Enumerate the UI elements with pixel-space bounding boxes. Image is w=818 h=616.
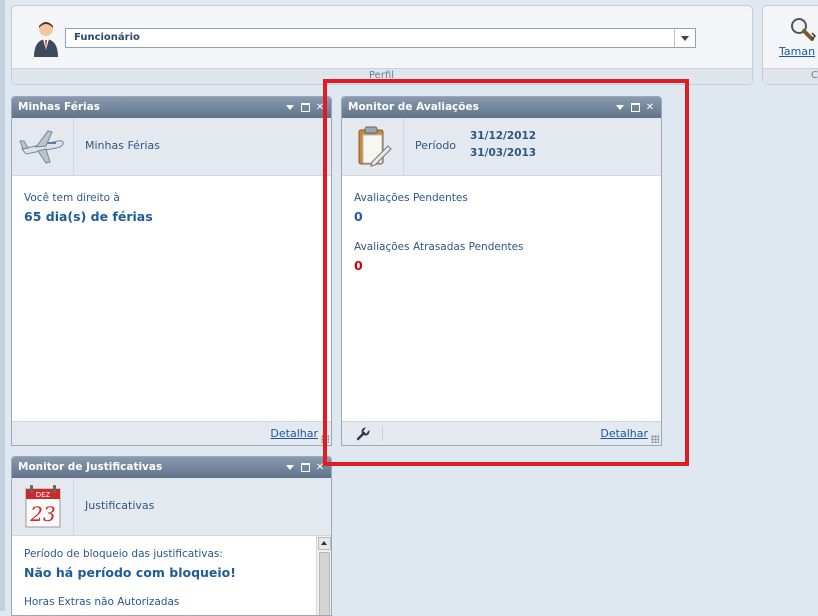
late-pending-value: 0 [354,258,363,273]
calendar-month: DEZ [36,491,51,499]
icon-box: DEZ 23 [12,478,74,535]
portlet-title: Monitor de Justificativas [18,461,163,473]
pending-value: 0 [354,209,363,224]
entitled-label: Você tem direito à [24,192,120,204]
tools-panel: Taman C [762,5,818,85]
portlet-body: Período de bloqueio das justificativas: … [12,536,331,615]
left-edge-bar [0,0,5,611]
profile-footer: Perfil [12,68,752,84]
minimize-icon[interactable] [615,103,625,113]
profile-select-value: Funcionário [74,32,140,43]
portlet-title: Minhas Férias [18,101,100,113]
portlet-title-bar: Monitor de Avaliações ✕ [342,97,661,118]
scrollbar[interactable] [316,536,331,615]
block-period-value: Não há período com bloqueio! [24,565,236,580]
clipboard-icon [358,126,392,167]
footer-divider [382,426,383,441]
resize-grip-icon[interactable] [321,435,329,443]
portlet-header: DEZ 23 Justificativas [12,478,331,536]
vacation-days-value: 65 dia(s) de férias [24,209,153,224]
detail-link[interactable]: Detalhar [270,427,318,440]
airplane-icon [19,130,64,164]
calendar-icon: DEZ 23 [25,485,61,528]
scroll-up-icon[interactable] [318,537,331,550]
portlet-controls: ✕ [615,97,655,118]
maximize-icon[interactable] [300,463,310,473]
portlet-minhas-ferias: Minhas Férias ✕ Minhas Férias Você tem d… [11,96,332,446]
magnifier-icon[interactable] [788,15,816,43]
profile-footer-label: Perfil [369,70,395,81]
chevron-down-icon[interactable] [674,29,695,47]
period-start: 31/12/2012 [470,130,537,142]
portlet-footer: Detalhar [342,421,661,445]
tools-footer: C [763,68,818,84]
calendar-day: 23 [29,502,55,526]
portlet-footer: Detalhar [12,421,331,445]
pending-label: Avaliações Pendentes [354,192,468,204]
size-link[interactable]: Taman [779,45,815,58]
portlet-header: Período 31/12/2012 31/03/2013 [342,118,661,176]
minimize-icon[interactable] [285,463,295,473]
portlet-controls: ✕ [285,457,325,478]
profile-panel: Funcionário Perfil [11,5,753,85]
wrench-icon[interactable] [356,427,370,441]
resize-grip-icon[interactable] [651,435,659,443]
maximize-icon[interactable] [630,103,640,113]
user-avatar-icon [34,22,58,57]
icon-box [342,118,404,175]
maximize-icon[interactable] [300,103,310,113]
tools-footer-label: C [811,70,818,81]
detail-link[interactable]: Detalhar [600,427,648,440]
profile-select[interactable]: Funcionário [65,28,696,48]
portlet-header: Minhas Férias [12,118,331,176]
close-icon[interactable]: ✕ [315,102,325,113]
overtime-label: Horas Extras não Autorizadas [24,596,180,608]
portlet-header-label: Justificativas [85,499,155,512]
period-label: Período [415,139,457,152]
portlet-header-label: Minhas Férias [85,139,161,152]
portlet-title-bar: Minhas Férias ✕ [12,97,331,118]
block-period-label: Período de bloqueio das justificativas: [24,548,223,560]
close-icon[interactable]: ✕ [645,102,655,113]
portlet-monitor-avaliacoes: Monitor de Avaliações ✕ Período 31/12/20… [341,96,662,446]
portlet-monitor-justificativas: Monitor de Justificativas ✕ DEZ 23 Justi… [11,456,332,616]
icon-box [12,118,74,175]
scroll-thumb[interactable] [319,552,330,615]
portlet-controls: ✕ [285,97,325,118]
close-icon[interactable]: ✕ [315,462,325,473]
late-pending-label: Avaliações Atrasadas Pendentes [354,241,524,253]
period-end: 31/03/2013 [470,147,537,159]
portlet-title: Monitor de Avaliações [348,101,479,113]
portlet-title-bar: Monitor de Justificativas ✕ [12,457,331,478]
minimize-icon[interactable] [285,103,295,113]
